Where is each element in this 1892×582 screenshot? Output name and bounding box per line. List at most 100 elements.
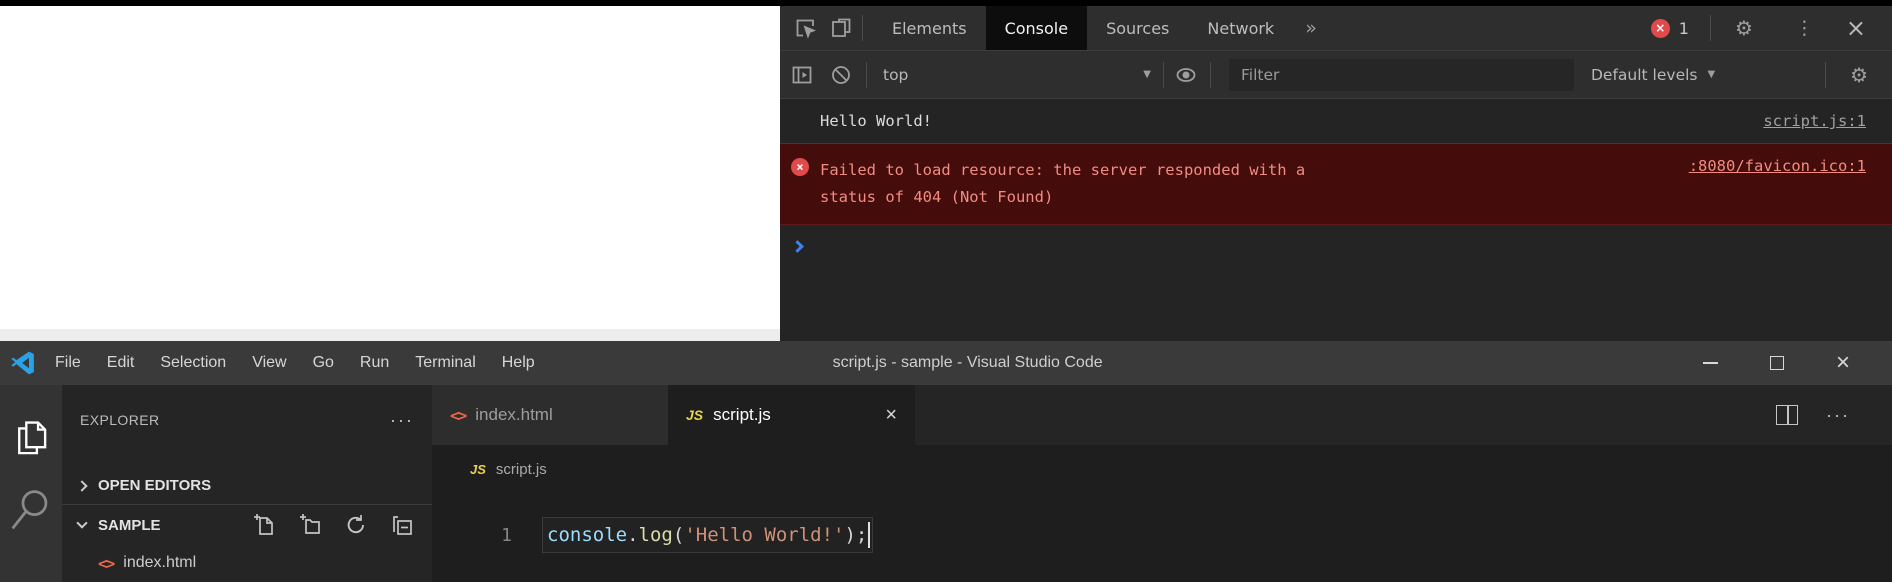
- kebab-menu-icon[interactable]: ⋮: [1791, 17, 1818, 39]
- open-editors-label: OPEN EDITORS: [98, 477, 211, 494]
- file-item-index-html[interactable]: <> index.html: [62, 545, 432, 581]
- minimize-button[interactable]: [1703, 362, 1718, 364]
- console-log-row: Hello World! script.js:1: [780, 99, 1892, 144]
- console-sidebar-toggle-icon[interactable]: [790, 63, 814, 87]
- chevron-down-icon: [76, 517, 87, 528]
- more-tabs-icon[interactable]: »: [1293, 17, 1329, 39]
- menu-help[interactable]: Help: [489, 354, 548, 372]
- console-messages: Hello World! script.js:1 × Failed to loa…: [780, 99, 1892, 341]
- error-source-link[interactable]: :8080/favicon.ico:1: [1689, 157, 1866, 175]
- browser-bottom-edge: [0, 329, 780, 341]
- sidebar-title: EXPLORER: [80, 412, 159, 428]
- window-controls: ×: [1703, 351, 1892, 375]
- maximize-icon: [1770, 356, 1784, 370]
- token-dot: .: [627, 524, 638, 546]
- sidebar-more-icon[interactable]: ···: [390, 410, 414, 431]
- tab-index-html[interactable]: <> index.html: [432, 385, 668, 445]
- collapse-all-icon[interactable]: [390, 513, 414, 537]
- tab-console[interactable]: Console: [986, 6, 1088, 50]
- menu-selection[interactable]: Selection: [147, 354, 239, 372]
- token-paren-open: (: [673, 524, 684, 546]
- tab-label: index.html: [475, 405, 552, 425]
- devtools-close-icon[interactable]: ×: [1846, 16, 1866, 40]
- chevron-right-icon: [76, 480, 87, 491]
- settings-gear-icon[interactable]: ⚙: [1735, 18, 1753, 38]
- tab-sources[interactable]: Sources: [1087, 6, 1188, 50]
- js-file-icon: JS: [470, 462, 486, 477]
- browser-viewport: [0, 6, 780, 341]
- code-line-1: 1 console.log('Hello World!');: [432, 517, 1892, 553]
- file-name: index.html: [123, 554, 196, 572]
- tab-network[interactable]: Network: [1188, 6, 1293, 50]
- tab-elements[interactable]: Elements: [873, 6, 986, 50]
- log-text: Hello World!: [820, 112, 932, 130]
- breadcrumb[interactable]: JS script.js: [432, 445, 1892, 493]
- tab-label: script.js: [713, 405, 771, 425]
- new-file-icon[interactable]: [252, 513, 276, 537]
- error-count-badge[interactable]: × 1: [1651, 19, 1689, 38]
- token-paren-close: );: [844, 524, 867, 546]
- log-levels-dropdown[interactable]: Default levels ▼: [1591, 66, 1715, 84]
- menu-edit[interactable]: Edit: [94, 354, 148, 372]
- divider: [862, 15, 863, 41]
- search-icon[interactable]: [10, 487, 52, 533]
- current-line-highlight: console.log('Hello World!');: [542, 517, 873, 553]
- breadcrumb-file: script.js: [496, 461, 547, 478]
- devtools-tab-bar: Elements Console Sources Network » × 1 ⚙…: [780, 6, 1892, 50]
- refresh-icon[interactable]: [344, 513, 368, 537]
- sidebar-header: EXPLORER ···: [62, 385, 432, 455]
- console-prompt[interactable]: [780, 225, 1892, 255]
- html-file-icon: <>: [450, 406, 465, 425]
- vscode-main: EXPLORER ··· OPEN EDITORS SAMPLE: [0, 385, 1892, 582]
- menu-terminal[interactable]: Terminal: [402, 354, 488, 372]
- menu-view[interactable]: View: [239, 354, 299, 372]
- console-toolbar: top ▼ Default levels ▼ ⚙: [780, 50, 1892, 99]
- token-string: 'Hello World!': [684, 524, 844, 546]
- maximize-button[interactable]: [1770, 356, 1784, 370]
- menu-go[interactable]: Go: [300, 354, 347, 372]
- divider: [1825, 62, 1826, 88]
- clear-console-icon[interactable]: [830, 64, 852, 86]
- explorer-sidebar: EXPLORER ··· OPEN EDITORS SAMPLE: [62, 385, 432, 582]
- folder-section[interactable]: SAMPLE: [62, 505, 432, 545]
- explorer-files-icon[interactable]: [12, 419, 50, 459]
- line-number: 1: [432, 525, 542, 546]
- new-folder-icon[interactable]: [298, 513, 322, 537]
- explorer-actions: [252, 513, 414, 537]
- html-file-icon: <>: [98, 554, 113, 573]
- open-editors-section[interactable]: OPEN EDITORS: [62, 467, 432, 505]
- token-log: log: [639, 524, 673, 546]
- vscode-logo-icon[interactable]: [10, 350, 36, 376]
- minimize-icon: [1703, 362, 1718, 364]
- console-error-row: × Failed to load resource: the server re…: [780, 144, 1892, 225]
- devtools-panel: Elements Console Sources Network » × 1 ⚙…: [780, 6, 1892, 341]
- editor-more-icon[interactable]: ···: [1826, 405, 1850, 426]
- menu-file[interactable]: File: [42, 354, 94, 372]
- close-button[interactable]: ×: [1836, 351, 1850, 375]
- error-circle-icon: ×: [1651, 19, 1670, 38]
- js-file-icon: JS: [686, 407, 703, 423]
- text-cursor: [868, 522, 870, 548]
- live-expression-eye-icon[interactable]: [1174, 63, 1198, 87]
- chevron-down-icon: ▼: [1708, 69, 1716, 80]
- code-editor[interactable]: 1 console.log('Hello World!');: [432, 493, 1892, 582]
- menu-run[interactable]: Run: [347, 354, 402, 372]
- activity-bar: [0, 385, 62, 582]
- divider: [1710, 15, 1711, 41]
- tab-close-icon[interactable]: ×: [885, 404, 897, 427]
- context-selector-dropdown[interactable]: top ▼: [883, 66, 1151, 84]
- console-settings-gear-icon[interactable]: ⚙: [1850, 65, 1868, 85]
- error-text: Failed to load resource: the server resp…: [820, 157, 1305, 211]
- inspect-element-icon[interactable]: [794, 17, 816, 39]
- token-console: console: [547, 524, 627, 546]
- divider: [1210, 62, 1211, 88]
- folder-name: SAMPLE: [98, 517, 161, 534]
- editor-area: <> index.html JS script.js × ··· JS: [432, 385, 1892, 582]
- tab-script-js[interactable]: JS script.js ×: [668, 385, 915, 445]
- filter-input[interactable]: [1229, 59, 1574, 91]
- window-title: script.js - sample - Visual Studio Code: [833, 341, 1103, 385]
- split-editor-icon[interactable]: [1776, 405, 1798, 425]
- log-source-link[interactable]: script.js:1: [1763, 112, 1866, 130]
- screenshot-root: Elements Console Sources Network » × 1 ⚙…: [0, 0, 1892, 582]
- device-toolbar-icon[interactable]: [830, 17, 852, 39]
